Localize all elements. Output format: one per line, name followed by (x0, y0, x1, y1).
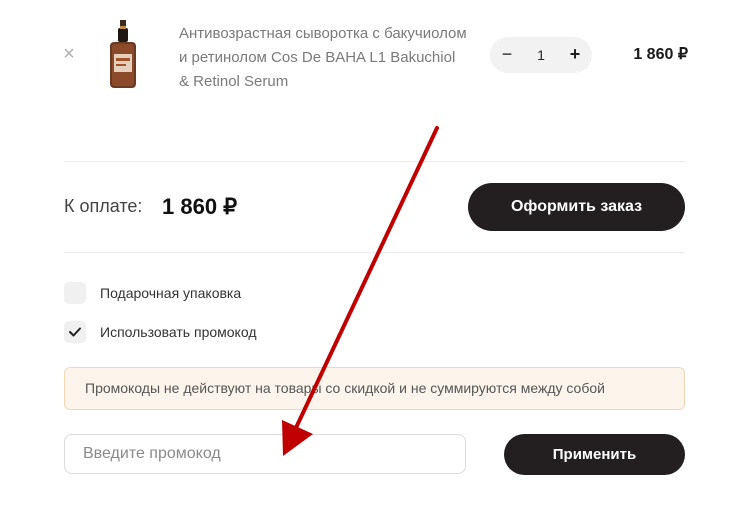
item-price: 1 860 ₽ (633, 46, 688, 63)
promo-notice-text: Промокоды не действуют на товары со скид… (85, 380, 605, 396)
total-value: 1 860 ₽ (162, 194, 238, 219)
divider (64, 161, 685, 162)
divider (64, 252, 685, 253)
remove-item-button[interactable]: × (61, 43, 77, 65)
promo-code-label[interactable]: Использовать промокод (100, 324, 256, 340)
checkmark-icon (69, 327, 81, 337)
checkout-button[interactable]: Оформить заказ (468, 183, 685, 231)
gift-wrap-checkbox[interactable] (64, 282, 86, 304)
quantity-stepper: − 1 + (490, 37, 592, 73)
product-image (110, 20, 136, 88)
increase-quantity-button[interactable]: + (558, 37, 592, 73)
promo-code-input[interactable] (64, 434, 466, 474)
total-label: К оплате: (64, 196, 143, 216)
close-icon: × (63, 43, 75, 65)
product-name[interactable]: Антивозрастная сыворотка с бакучиолом и … (179, 22, 469, 94)
apply-promo-button[interactable]: Применить (504, 434, 685, 475)
promo-notice: Промокоды не действуют на товары со скид… (64, 367, 685, 410)
decrease-quantity-button[interactable]: − (490, 37, 524, 73)
promo-code-checkbox[interactable] (64, 321, 86, 343)
gift-wrap-label[interactable]: Подарочная упаковка (100, 285, 241, 301)
quantity-value[interactable]: 1 (524, 37, 558, 73)
